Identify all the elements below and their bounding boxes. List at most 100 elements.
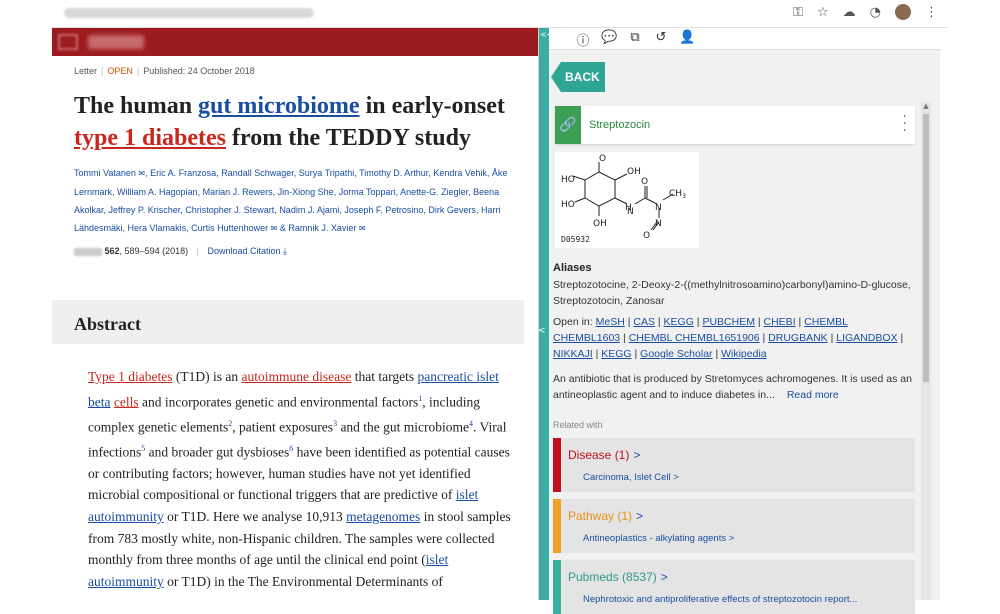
aliases-text: Streptozotocine, 2-Deoxy-2-((methylnitro… (553, 279, 911, 307)
related-item-link[interactable]: Carcinoma, Islet Cell > (583, 472, 679, 483)
extension-icon[interactable]: ◔ (870, 5, 881, 20)
address-bar[interactable] (64, 8, 314, 18)
abstract-link-t1d[interactable]: Type 1 diabetes (88, 369, 173, 384)
link-icon: 🔗 (555, 106, 581, 144)
more-options-icon[interactable]: · · · (903, 110, 907, 138)
database-link[interactable]: CHEBI (764, 316, 796, 328)
database-link[interactable]: PUBCHEM (702, 316, 755, 328)
author-link[interactable]: Ramnik J. Xavier (288, 223, 356, 233)
expand-arrow-icon[interactable]: < (538, 326, 548, 336)
structure-code: D05932 (561, 235, 590, 244)
scrollbar-thumb[interactable] (923, 114, 929, 382)
abstract-header: Abstract (52, 300, 524, 344)
svg-text:HO: HO (561, 200, 575, 210)
author-link[interactable]: Jin-Xiong She (278, 187, 334, 197)
download-citation-link[interactable]: Download Citation ⤓ (207, 246, 288, 257)
author-link[interactable]: Nadim J. Ajami (279, 205, 339, 215)
email-icon[interactable]: ✉ (136, 169, 145, 178)
author-link[interactable]: Kendra Vehik (433, 168, 487, 178)
author-link[interactable]: Jeffrey P. Krischer (109, 205, 181, 215)
svg-text:O: O (599, 154, 606, 164)
abstract-link-islet-3[interactable]: islet (426, 552, 449, 567)
author-link[interactable]: Surya Tripathi (299, 168, 355, 178)
svg-text:N: N (655, 203, 662, 213)
email-icon[interactable]: ✉ (268, 224, 278, 233)
journal-header (52, 28, 538, 56)
abstract-link-autoimmunity-2[interactable]: autoimmunity (88, 574, 164, 589)
gut-microbiome-link[interactable]: gut microbiome (198, 93, 360, 119)
database-link[interactable]: CHEMBL CHEMBL1651906 (629, 332, 760, 344)
abstract-link-beta[interactable]: beta (88, 394, 111, 409)
database-link[interactable]: CAS (633, 316, 655, 328)
related-section[interactable]: Pathway (1) > Antineoplastics - alkylating… (553, 499, 915, 553)
panel-scrollbar[interactable]: ▲ (921, 102, 931, 600)
citation-line: 562, 589–594 (2018) | Download Citation … (74, 246, 538, 257)
related-title[interactable]: Pathway (1) > (568, 509, 643, 523)
author-link[interactable]: Christopher J. Stewart (185, 205, 274, 215)
history-icon[interactable]: ↺ (653, 30, 669, 49)
database-link[interactable]: MeSH (596, 316, 625, 328)
browser-toolbar: ⚿ ☆ ☁ ◔ ⋮ (52, 0, 948, 28)
annotation-side-panel: << ⓘ 💬 ⧉ ↺ 👤 BACK 🔗 Streptozocin · · · H… (538, 28, 941, 614)
menu-icon[interactable] (58, 34, 78, 50)
abstract-link-autoimmune[interactable]: autoimmune disease (242, 369, 352, 384)
abstract-link-islet[interactable]: pancreatic islet (417, 369, 498, 384)
aliases-heading: Aliases (553, 262, 592, 274)
abstract-link-cells[interactable]: cells (114, 394, 139, 409)
svg-text:O: O (641, 177, 648, 187)
download-icon: ⤓ (283, 247, 288, 257)
related-section[interactable]: Disease (1) > Carcinoma, Islet Cell > (553, 438, 915, 492)
database-link[interactable]: Google Scholar (640, 348, 712, 360)
bookmark-star-icon[interactable]: ☆ (817, 5, 829, 20)
related-item-link[interactable]: Antineoplastics - alkylating agents > (583, 533, 734, 544)
database-link[interactable]: DRUGBANK (768, 332, 828, 344)
info-icon[interactable]: ⓘ (575, 30, 591, 49)
database-link[interactable]: LIGANDBOX (836, 332, 897, 344)
author-link[interactable]: Anette-G. Ziegler (400, 187, 468, 197)
author-link[interactable]: Dirk Gevers (428, 205, 476, 215)
database-link[interactable]: NIKKAJI (553, 348, 593, 360)
journal-name-blurred (74, 247, 102, 256)
author-link[interactable]: Jorma Toppari (339, 187, 396, 197)
journal-logo[interactable] (88, 35, 144, 49)
abstract-link-metagenomes[interactable]: metagenomes (346, 509, 420, 524)
back-button[interactable]: BACK (551, 62, 605, 92)
related-title[interactable]: Pubmeds (8537) > (568, 570, 668, 584)
database-link[interactable]: KEGG (664, 316, 694, 328)
author-link[interactable]: Curtis Huttenhower (191, 223, 268, 233)
author-link[interactable]: Marian J. Rewers (203, 187, 273, 197)
author-link[interactable]: Joseph F. Petrosino (344, 205, 423, 215)
author-link[interactable]: Tommi Vatanen (74, 168, 136, 178)
svg-text:N: N (655, 219, 662, 229)
compound-card[interactable]: 🔗 Streptozocin · · · (555, 106, 915, 144)
author-link[interactable]: Eric A. Franzosa (150, 168, 216, 178)
author-link[interactable]: Randall Schwager (221, 168, 294, 178)
kebab-menu-icon[interactable]: ⋮ (925, 5, 938, 20)
author-link[interactable]: William A. Hagopian (117, 187, 198, 197)
open-in-links: Open in: MeSH | CAS | KEGG | PUBCHEM | C… (553, 316, 904, 360)
abstract-link-islet-2[interactable]: islet (456, 487, 479, 502)
copy-icon[interactable]: ⧉ (627, 30, 643, 49)
compound-name[interactable]: Streptozocin (589, 119, 650, 131)
user-icon[interactable]: 👤 (679, 30, 695, 49)
author-link[interactable]: Hera Vlamakis (128, 223, 187, 233)
category-color-bar (553, 560, 561, 614)
related-title[interactable]: Disease (1) > (568, 448, 640, 462)
comments-icon[interactable]: 💬 (601, 30, 617, 49)
abstract-link-autoimmunity[interactable]: autoimmunity (88, 509, 164, 524)
database-link[interactable]: KEGG (601, 348, 631, 360)
type-1-diabetes-link[interactable]: type 1 diabetes (74, 125, 226, 151)
scroll-up-arrow-icon[interactable]: ▲ (921, 102, 931, 110)
panel-toggle-strip[interactable]: << (539, 28, 553, 600)
read-more-link[interactable]: Read more (787, 389, 839, 401)
profile-avatar[interactable] (895, 4, 911, 20)
chemical-structure-image: HO O HO OH OH H N O N CH3 N O D05932 (555, 152, 699, 248)
category-color-bar (553, 438, 561, 492)
key-icon[interactable]: ⚿ (793, 5, 803, 20)
category-color-bar (553, 499, 561, 553)
related-section[interactable]: Pubmeds (8537) > Nephrotoxic and antiproli… (553, 560, 915, 614)
cloud-icon[interactable]: ☁ (843, 5, 856, 20)
database-link[interactable]: Wikipedia (721, 348, 767, 360)
email-icon[interactable]: ✉ (356, 224, 366, 233)
author-link[interactable]: Timothy D. Arthur (359, 168, 428, 178)
